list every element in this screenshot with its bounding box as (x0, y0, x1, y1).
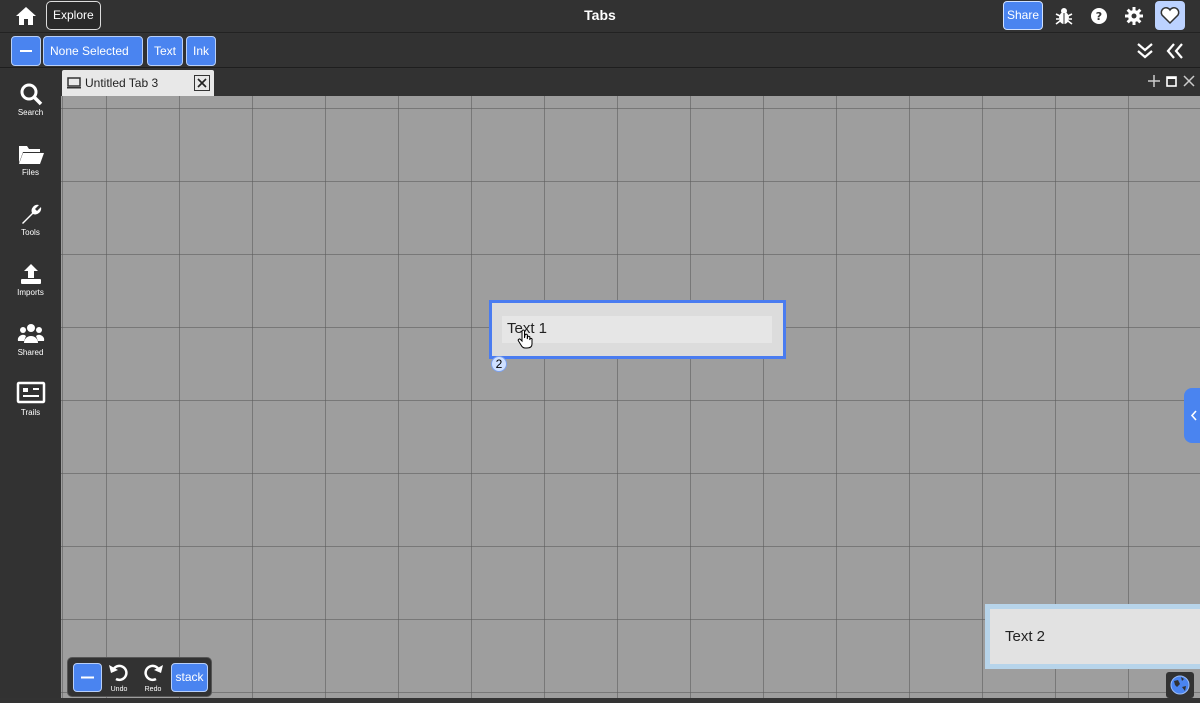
sidebar: Search Files Tools Imports Shared Trails (0, 69, 61, 698)
text-tool-button[interactable]: Text (147, 36, 184, 66)
expand-panel-button[interactable] (1184, 388, 1200, 443)
share-button[interactable]: Share (1003, 1, 1043, 30)
folder-icon (18, 146, 44, 164)
text-document-2[interactable]: Text 2 (985, 604, 1200, 669)
sidebar-item-search[interactable]: Search (0, 81, 61, 137)
hand-cursor-icon (517, 329, 533, 349)
sidebar-item-label: Trails (20, 408, 41, 417)
monitor-icon (67, 77, 81, 89)
sidebar-item-label: Search (17, 108, 44, 117)
sidebar-item-tools[interactable]: Tools (0, 201, 61, 257)
minus-icon (20, 50, 32, 52)
freeform-canvas[interactable]: Text 1 2 Text 2 (61, 96, 1200, 698)
help-icon[interactable]: ? (1088, 5, 1110, 27)
close-icon[interactable] (194, 75, 210, 91)
sidebar-item-files[interactable]: Files (0, 141, 61, 197)
chevron-double-down-icon[interactable] (1134, 41, 1156, 61)
heart-icon (1160, 7, 1180, 25)
sidebar-item-label: Shared (17, 348, 44, 357)
close-window-icon[interactable] (1182, 74, 1196, 88)
sidebar-item-imports[interactable]: Imports (0, 261, 61, 317)
top-bar: Explore Tabs Share ? (0, 0, 1200, 33)
svg-text:?: ? (1096, 10, 1102, 23)
presentation-icon (16, 381, 45, 404)
sidebar-item-label: Imports (17, 288, 44, 297)
redo-button[interactable]: Redo (139, 661, 167, 693)
tab-label: Untitled Tab 3 (85, 76, 159, 90)
none-selected-button[interactable]: None Selected (43, 36, 143, 66)
sidebar-item-trails[interactable]: Trails (0, 381, 61, 437)
maximize-icon[interactable] (1165, 74, 1179, 88)
gear-icon[interactable] (1123, 5, 1145, 27)
bottom-toolbar: Undo Redo stack (67, 657, 212, 697)
search-icon (20, 83, 42, 106)
undo-label: Undo (110, 686, 128, 693)
sidebar-item-shared[interactable]: Shared (0, 321, 61, 377)
upload-icon (20, 264, 41, 284)
count-badge: 2 (491, 356, 507, 372)
globe-button[interactable] (1166, 672, 1194, 698)
collapse-button[interactable] (11, 36, 41, 66)
stack-button[interactable]: stack (171, 663, 208, 692)
toolbar: None Selected Text Ink (0, 34, 1200, 68)
add-tab-icon[interactable] (1147, 74, 1161, 88)
chevron-left-icon (1190, 410, 1197, 421)
sidebar-item-label: Tools (21, 228, 40, 237)
home-icon[interactable] (14, 5, 38, 27)
ink-tool-button[interactable]: Ink (186, 36, 217, 66)
text-document-1[interactable]: Text 1 (489, 300, 786, 359)
tab-strip: Untitled Tab 3 (61, 69, 1200, 96)
tab-untitled-3[interactable]: Untitled Tab 3 (62, 70, 214, 96)
heart-button[interactable] (1155, 1, 1185, 30)
users-icon (17, 324, 44, 343)
explore-button[interactable]: Explore (46, 1, 101, 30)
undo-button[interactable]: Undo (105, 661, 133, 693)
redo-icon (144, 664, 163, 682)
bug-icon[interactable] (1053, 5, 1075, 27)
redo-label: Redo (144, 686, 162, 693)
globe-icon (1170, 675, 1190, 695)
document-text: Text 2 (1005, 628, 1046, 645)
wrench-icon (21, 204, 41, 224)
chevron-double-left-icon[interactable] (1164, 41, 1186, 61)
collapse-button[interactable] (73, 663, 102, 692)
minus-icon (81, 676, 94, 679)
undo-icon (109, 664, 128, 682)
sidebar-item-label: Files (22, 168, 39, 177)
